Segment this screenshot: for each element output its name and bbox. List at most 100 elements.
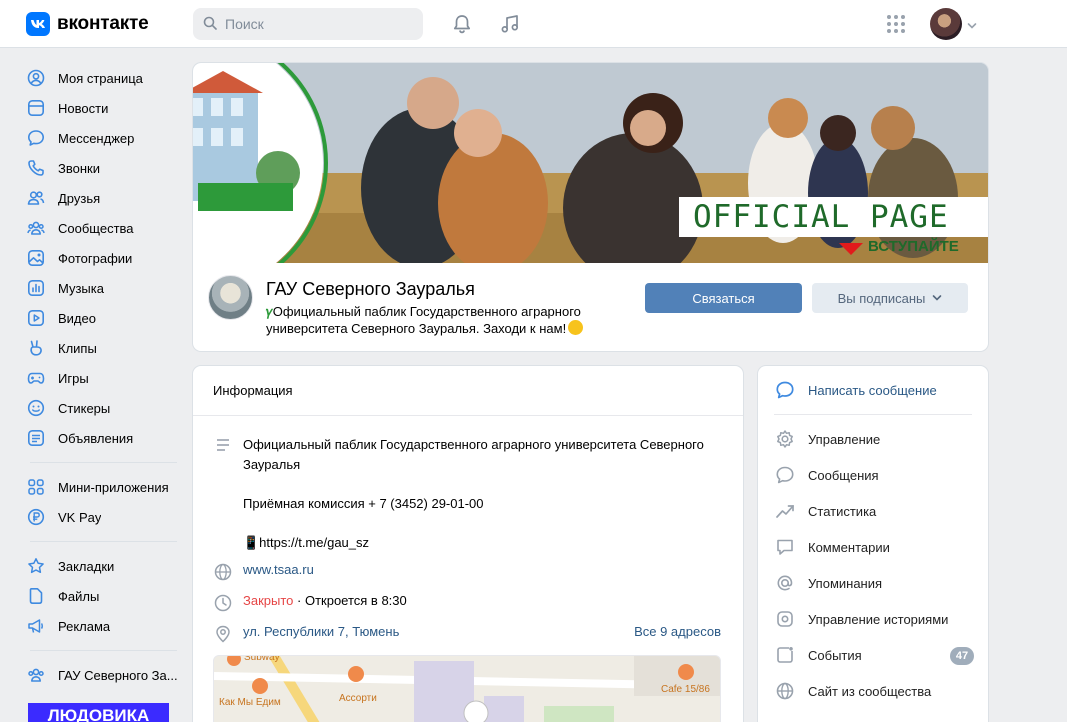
- nav-video[interactable]: Видео: [26, 303, 181, 333]
- apps-grid-icon[interactable]: [882, 10, 910, 38]
- at-icon: [774, 572, 796, 594]
- action-site[interactable]: Сайт из сообщества: [774, 673, 974, 709]
- nav-label: Видео: [58, 310, 96, 326]
- stories-icon: [774, 608, 796, 630]
- actions-card: Написать сообщение Управление Сообщения …: [758, 366, 988, 722]
- group-header-card: OFFICIAL PAGE ВСТУПАЙТЕ ГАУ Северного За…: [193, 63, 988, 351]
- vk-logo[interactable]: вконтакте: [26, 12, 149, 36]
- nav-label: Клипы: [58, 340, 97, 356]
- location-map[interactable]: Subway Ассорти Как Мы Едим Cafe 15/86: [213, 655, 721, 722]
- chevron-down-icon: [932, 294, 942, 302]
- nav-bookmarks[interactable]: Закладки: [26, 551, 181, 581]
- action-messages[interactable]: Сообщения: [774, 457, 974, 493]
- action-statistics[interactable]: Статистика: [774, 493, 974, 529]
- globe-icon: [213, 562, 233, 582]
- wink-emoji-icon: [568, 320, 584, 335]
- message-icon: [774, 464, 796, 486]
- nav-clips[interactable]: Клипы: [26, 333, 181, 363]
- telegram-link[interactable]: 📱https://t.me/gau_sz: [243, 533, 723, 553]
- vk-logo-icon: [26, 12, 50, 36]
- promo-banner[interactable]: ЛЮДОВИКА: [28, 703, 169, 722]
- nav-label: Моя страница: [58, 70, 143, 86]
- nav-mini-apps[interactable]: Мини-приложения: [26, 472, 181, 502]
- contact-button[interactable]: Связаться: [645, 283, 802, 313]
- nav-communities[interactable]: Сообщества: [26, 213, 181, 243]
- all-addresses-link[interactable]: Все 9 адресов: [634, 624, 721, 644]
- apps-icon: [26, 477, 46, 497]
- subscribed-button[interactable]: Вы подписаны: [812, 283, 968, 313]
- group-title: ГАУ Северного Зауралья: [266, 279, 475, 299]
- info-heading: Информация: [193, 366, 743, 416]
- nav-label: Файлы: [58, 588, 100, 604]
- official-page-label: OFFICIAL PAGE: [679, 197, 988, 237]
- nav-ads[interactable]: Объявления: [26, 423, 181, 453]
- photo-icon: [26, 248, 46, 268]
- search-icon: [203, 16, 217, 33]
- communities-icon: [26, 665, 46, 685]
- map-label: Как Мы Едим: [219, 697, 281, 708]
- search-box[interactable]: [193, 8, 423, 40]
- website-link[interactable]: www.tsaa.ru: [243, 562, 314, 582]
- star-icon: [26, 556, 46, 576]
- chart-icon: [774, 500, 796, 522]
- megaphone-icon: [26, 616, 46, 636]
- events-icon: [774, 644, 796, 666]
- search-input[interactable]: [225, 16, 405, 32]
- sprout-icon: 𝛾: [266, 304, 273, 319]
- nav-games[interactable]: Игры: [26, 363, 181, 393]
- nav-stickers[interactable]: Стикеры: [26, 393, 181, 423]
- actions-divider: [774, 414, 972, 415]
- nav-photos[interactable]: Фотографии: [26, 243, 181, 273]
- info-card: Информация Официальный паблик Государств…: [193, 366, 743, 722]
- gear-icon: [774, 428, 796, 450]
- smile-icon: [26, 398, 46, 418]
- communities-icon: [26, 218, 46, 238]
- action-label: Комментарии: [808, 539, 890, 555]
- nav-files[interactable]: Файлы: [26, 581, 181, 611]
- news-icon: [26, 98, 46, 118]
- chevron-down-icon[interactable]: [967, 18, 977, 33]
- nav-label: Реклама: [58, 618, 111, 634]
- nav-news[interactable]: Новости: [26, 93, 181, 123]
- nav-label: ГАУ Северного За...: [58, 667, 178, 683]
- action-mentions[interactable]: Упоминания: [774, 565, 974, 601]
- nav-messenger[interactable]: Мессенджер: [26, 123, 181, 153]
- action-label: Статистика: [808, 503, 877, 519]
- action-manage[interactable]: Управление: [774, 421, 974, 457]
- nav-vk-pay[interactable]: VK Pay: [26, 502, 181, 532]
- university-building-graphic: [193, 63, 333, 263]
- nav-advertising[interactable]: Реклама: [26, 611, 181, 641]
- nav-music[interactable]: Музыка: [26, 273, 181, 303]
- nav-group-shortcut[interactable]: ГАУ Северного За...: [26, 660, 181, 690]
- nav-my-page[interactable]: Моя страница: [26, 63, 181, 93]
- file-icon: [26, 586, 46, 606]
- map-label: Subway: [244, 655, 280, 663]
- friends-icon: [26, 188, 46, 208]
- nav-calls[interactable]: Звонки: [26, 153, 181, 183]
- action-stories[interactable]: Управление историями: [774, 601, 974, 637]
- left-sidebar: Моя страница Новости Мессенджер Звонки Д…: [26, 63, 181, 690]
- website-row: www.tsaa.ru: [213, 562, 314, 582]
- info-description-row: Официальный паблик Государственного агра…: [213, 435, 723, 553]
- nav-friends[interactable]: Друзья: [26, 183, 181, 213]
- action-label: Сообщения: [808, 467, 879, 483]
- action-label: События: [808, 647, 862, 663]
- write-message-button[interactable]: Написать сообщение: [774, 372, 974, 408]
- logo-text: вконтакте: [57, 13, 149, 34]
- group-avatar[interactable]: [208, 275, 253, 320]
- nav-label: Музыка: [58, 280, 104, 296]
- nav-label: Мессенджер: [58, 130, 135, 146]
- description-text: Официальный паблик Государственного агра…: [243, 437, 704, 472]
- music-note-icon[interactable]: [496, 10, 524, 38]
- action-events[interactable]: События 47: [774, 637, 974, 673]
- nav-label: Сообщества: [58, 220, 134, 236]
- address-row: ул. Республики 7, Тюмень Все 9 адресов: [213, 624, 721, 644]
- subscribed-label: Вы подписаны: [837, 290, 926, 306]
- opens-at: · Откроется в 8:30: [297, 593, 407, 608]
- gamepad-icon: [26, 368, 46, 388]
- user-avatar[interactable]: [930, 8, 962, 40]
- action-comments[interactable]: Комментарии: [774, 529, 974, 565]
- nav-label: VK Pay: [58, 509, 102, 525]
- address-link[interactable]: ул. Республики 7, Тюмень: [243, 624, 399, 644]
- bell-icon[interactable]: [448, 10, 476, 38]
